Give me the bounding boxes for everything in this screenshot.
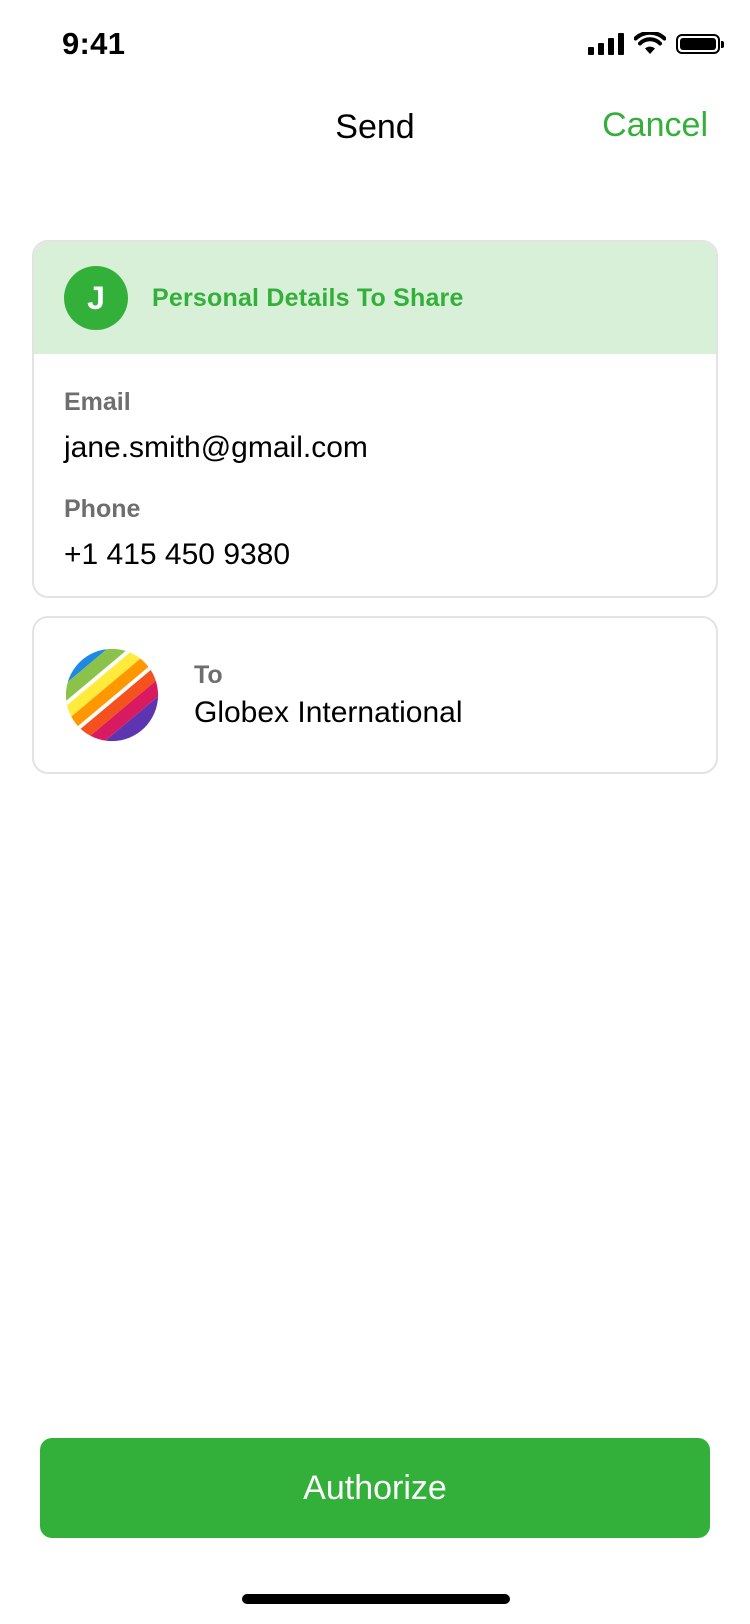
avatar: J — [64, 266, 128, 330]
to-label: To — [194, 660, 223, 689]
recipient-name: Globex International — [194, 695, 463, 729]
home-indicator — [242, 1594, 510, 1604]
email-value: jane.smith@gmail.com — [64, 431, 368, 464]
personal-details-header: J Personal Details To Share — [34, 242, 716, 354]
recipient-card: To Globex International — [32, 616, 718, 774]
authorize-button[interactable]: Authorize — [40, 1438, 710, 1538]
personal-details-title: Personal Details To Share — [152, 283, 464, 312]
email-label: Email — [64, 388, 131, 416]
personal-details-body: Email jane.smith@gmail.com Phone +1 415 … — [34, 354, 716, 572]
phone-label: Phone — [64, 495, 141, 523]
cancel-button[interactable]: Cancel — [602, 106, 708, 145]
phone-value: +1 415 450 9380 — [64, 538, 291, 571]
status-icons — [588, 32, 724, 56]
battery-icon — [676, 34, 724, 54]
cellular-signal-icon — [588, 33, 624, 55]
status-bar: 9:41 — [0, 0, 750, 94]
recipient-text: To Globex International — [194, 661, 463, 730]
multicolor-globe-logo-icon — [65, 648, 159, 742]
personal-details-card: J Personal Details To Share Email jane.s… — [32, 240, 718, 598]
status-time: 9:41 — [62, 26, 126, 61]
wifi-icon — [634, 32, 666, 54]
